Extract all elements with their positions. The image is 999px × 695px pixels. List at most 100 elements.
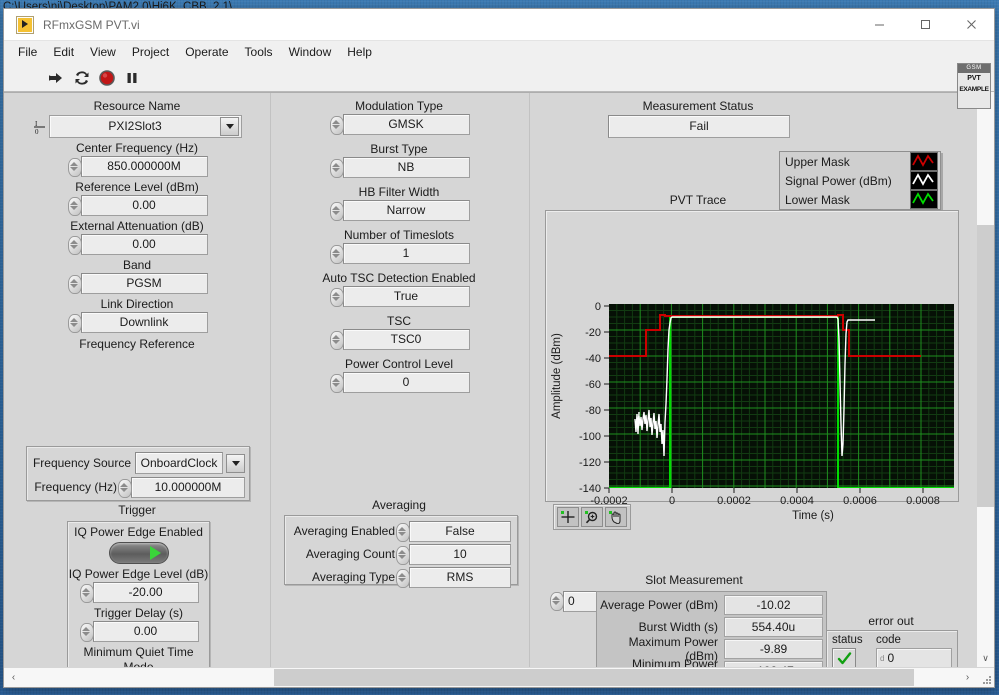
reference-level-value[interactable]: 0.00 — [80, 195, 208, 216]
modulation-type-control[interactable]: GMSK — [294, 114, 504, 135]
trigger-delay-control[interactable]: 0.00 — [68, 621, 209, 642]
iq-power-edge-enabled-toggle[interactable] — [108, 542, 169, 564]
pause-icon[interactable] — [123, 69, 141, 87]
link-direction-value[interactable]: Downlink — [80, 312, 208, 333]
iq-power-edge-level-spinner[interactable] — [79, 583, 94, 603]
external-attenuation-spinner[interactable] — [67, 235, 82, 255]
band-control[interactable]: PGSM — [32, 273, 242, 294]
legend-row-upper-mask[interactable]: Upper Mask — [780, 152, 940, 171]
chevron-down-icon[interactable] — [220, 117, 239, 136]
plot-svg[interactable] — [609, 304, 954, 488]
frequency-source-chevron-down-icon[interactable] — [226, 453, 245, 473]
averaging-type-spinner[interactable] — [395, 568, 410, 588]
hb-filter-width-value[interactable]: Narrow — [342, 200, 470, 221]
iq-power-edge-level-control[interactable]: -20.00 — [68, 582, 209, 603]
hscroll-track-right[interactable] — [914, 668, 958, 687]
auto-tsc-detection-spinner[interactable] — [329, 287, 344, 307]
averaging-enabled-row[interactable]: Averaging Enabled False — [291, 521, 511, 542]
averaging-type-value[interactable]: RMS — [409, 567, 511, 588]
scroll-right-button[interactable]: › — [958, 668, 977, 687]
scroll-left-button[interactable]: ‹ — [4, 668, 23, 687]
number-of-timeslots-control[interactable]: 1 — [294, 243, 504, 264]
tsc-spinner[interactable] — [329, 330, 344, 350]
close-button[interactable] — [948, 9, 994, 40]
frequency-source-row[interactable]: Frequency Source OnboardClock — [31, 452, 245, 474]
error-code-field[interactable]: d 0 — [876, 648, 952, 667]
auto-tsc-detection-control[interactable]: True — [294, 286, 504, 307]
slot-index-control[interactable]: 0 — [549, 591, 597, 612]
minimize-button[interactable] — [856, 9, 902, 40]
run-continuously-icon[interactable] — [73, 69, 91, 87]
modulation-type-spinner[interactable] — [329, 115, 344, 135]
scroll-down-button[interactable]: ∨ — [977, 650, 994, 667]
averaging-count-row[interactable]: Averaging Count 10 — [291, 544, 511, 565]
power-control-level-spinner[interactable] — [329, 373, 344, 393]
modulation-type-value[interactable]: GMSK — [342, 114, 470, 135]
hscroll-thumb[interactable] — [274, 669, 914, 686]
auto-tsc-detection-value[interactable]: True — [342, 286, 470, 307]
power-control-level-control[interactable]: 0 — [294, 372, 504, 393]
burst-type-spinner[interactable] — [329, 158, 344, 178]
frequency-value-row[interactable]: Frequency (Hz) 10.000000M — [31, 477, 245, 498]
slot-index-spinner[interactable] — [549, 591, 564, 611]
trigger-delay-spinner[interactable] — [79, 622, 94, 642]
external-attenuation-control[interactable]: 0.00 — [32, 234, 242, 255]
menu-item-tools[interactable]: Tools — [237, 43, 281, 61]
burst-type-control[interactable]: NB — [294, 157, 504, 178]
resource-name-dropdown[interactable]: I 0 PXI2Slot3 — [32, 115, 242, 138]
panel-vertical-scrollbar[interactable]: ∧ ∨ — [976, 92, 994, 667]
number-of-timeslots-spinner[interactable] — [329, 244, 344, 264]
band-value[interactable]: PGSM — [80, 273, 208, 294]
tsc-value[interactable]: TSC0 — [342, 329, 470, 350]
number-of-timeslots-value[interactable]: 1 — [342, 243, 470, 264]
legend-plot-upper-mask[interactable] — [910, 152, 938, 171]
slot-index-value[interactable]: 0 — [563, 591, 597, 612]
external-attenuation-value[interactable]: 0.00 — [80, 234, 208, 255]
power-control-level-value[interactable]: 0 — [342, 372, 470, 393]
panel-horizontal-scrollbar[interactable]: ‹ › — [4, 667, 994, 687]
hb-filter-width-spinner[interactable] — [329, 201, 344, 221]
menu-item-operate[interactable]: Operate — [177, 43, 236, 61]
averaging-count-spinner[interactable] — [395, 545, 410, 565]
cursor-crosshair-icon[interactable] — [557, 507, 579, 527]
averaging-enabled-value[interactable]: False — [409, 521, 511, 542]
graph-legend[interactable]: Upper Mask Signal Power (dBm) Lower Mask — [779, 151, 941, 210]
band-spinner[interactable] — [67, 274, 82, 294]
reference-level-control[interactable]: 0.00 — [32, 195, 242, 216]
trigger-delay-value[interactable]: 0.00 — [92, 621, 199, 642]
menu-item-view[interactable]: View — [82, 43, 124, 61]
menu-item-project[interactable]: Project — [124, 43, 177, 61]
maximize-button[interactable] — [902, 9, 948, 40]
run-arrow-icon[interactable] — [48, 69, 66, 87]
link-direction-control[interactable]: Downlink — [32, 312, 242, 333]
hscroll-track-left[interactable] — [23, 668, 274, 687]
plot-area[interactable] — [609, 304, 954, 488]
menu-item-file[interactable]: File — [10, 43, 45, 61]
center-frequency-spinner[interactable] — [67, 157, 82, 177]
legend-row-lower-mask[interactable]: Lower Mask — [780, 190, 940, 209]
averaging-enabled-spinner[interactable] — [395, 522, 410, 542]
reference-level-spinner[interactable] — [67, 196, 82, 216]
menu-item-edit[interactable]: Edit — [45, 43, 82, 61]
vscroll-thumb[interactable] — [977, 225, 994, 507]
center-frequency-value[interactable]: 850.000000M — [80, 156, 208, 177]
frequency-spinner[interactable] — [117, 478, 132, 498]
averaging-type-row[interactable]: Averaging Type RMS — [291, 567, 511, 588]
averaging-count-value[interactable]: 10 — [409, 544, 511, 565]
frequency-value[interactable]: 10.000000M — [131, 477, 245, 498]
abort-execution-icon[interactable] — [98, 69, 116, 87]
menu-item-window[interactable]: Window — [281, 43, 340, 61]
zoom-magnifier-icon[interactable] — [581, 507, 603, 527]
menu-item-help[interactable]: Help — [339, 43, 380, 61]
legend-plot-signal-power[interactable] — [910, 171, 938, 190]
pan-hand-icon[interactable] — [605, 507, 627, 527]
tsc-control[interactable]: TSC0 — [294, 329, 504, 350]
frequency-source-value[interactable]: OnboardClock — [135, 452, 223, 474]
legend-plot-lower-mask[interactable] — [910, 190, 938, 209]
center-frequency-control[interactable]: 850.000000M — [32, 156, 242, 177]
iq-power-edge-level-value[interactable]: -20.00 — [92, 582, 199, 603]
window-resize-grip[interactable] — [977, 668, 994, 687]
legend-row-signal-power[interactable]: Signal Power (dBm) — [780, 171, 940, 190]
hb-filter-width-control[interactable]: Narrow — [294, 200, 504, 221]
link-direction-spinner[interactable] — [67, 313, 82, 333]
